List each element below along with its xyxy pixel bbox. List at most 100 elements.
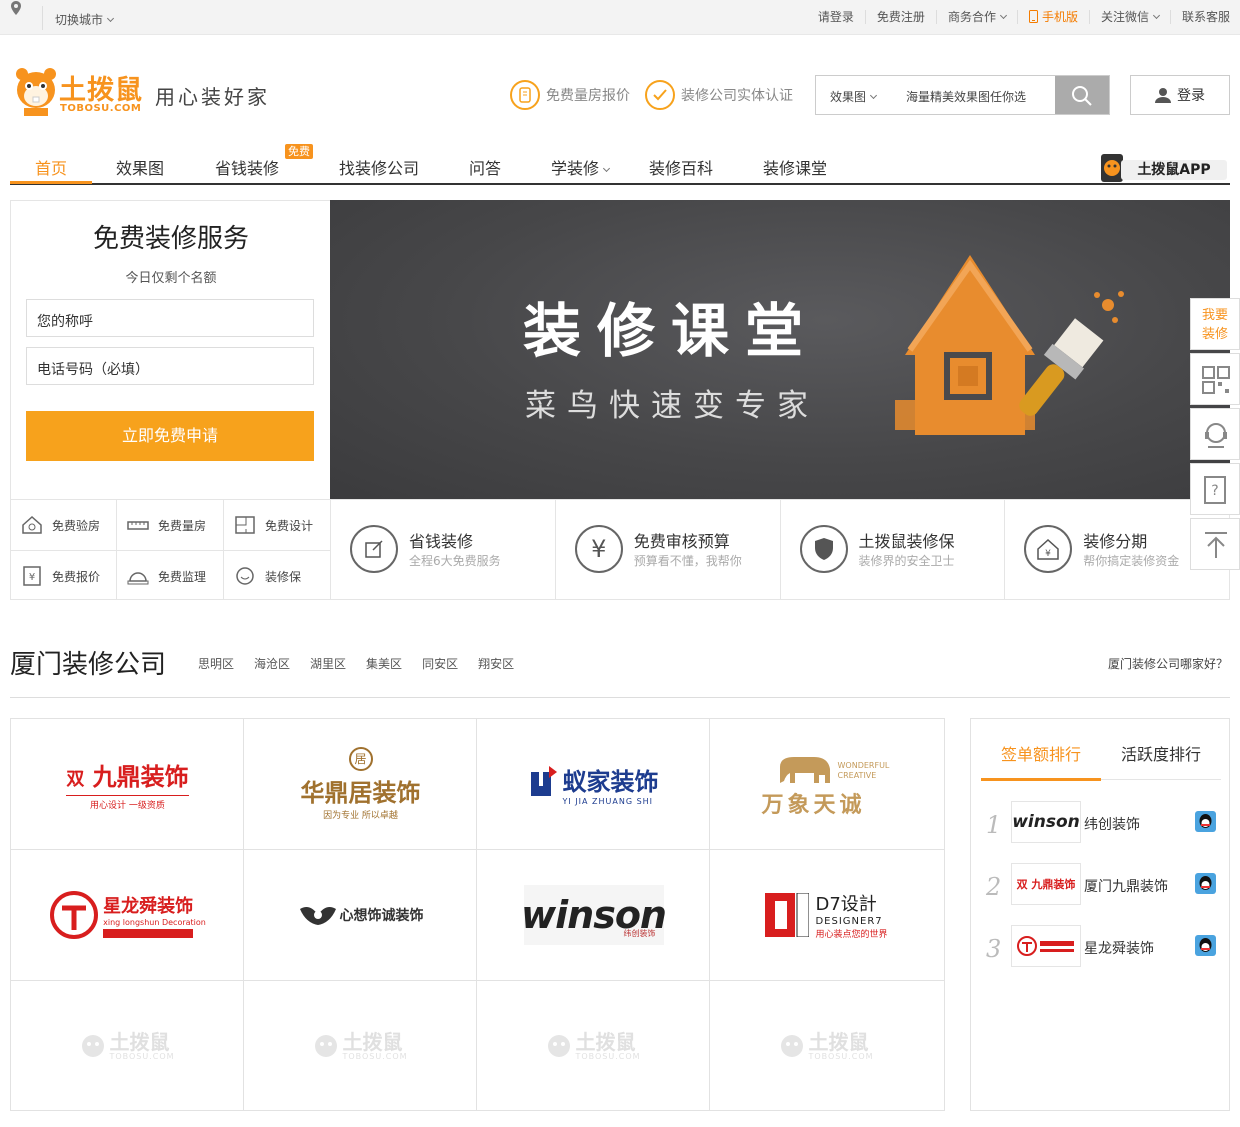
which-company-link[interactable]: 厦门装修公司哪家好？ — [1108, 655, 1228, 672]
ranking-row[interactable]: 2 双 九鼎装饰 厦门九鼎装饰 — [986, 863, 1221, 905]
app-label: 土拨鼠APP — [1121, 160, 1227, 180]
hero-banner[interactable]: 装修课堂 菜鸟快速变专家 — [330, 200, 1230, 500]
active-tab-underline — [981, 778, 1101, 781]
faq-button[interactable]: ? — [1190, 463, 1240, 515]
qq-icon[interactable] — [1195, 873, 1216, 894]
qq-icon[interactable] — [1195, 935, 1216, 956]
wechat-link[interactable]: 关注微信 — [1090, 10, 1171, 24]
nav-find-company[interactable]: 找装修公司 — [339, 155, 419, 179]
company-logo-yijia[interactable]: 蚁家装饰 YI JIA ZHUANG SHI — [477, 719, 710, 849]
site-logo[interactable]: 土拨鼠 TOBOSU.COM — [14, 64, 148, 118]
divider — [42, 6, 43, 30]
search-button[interactable] — [1055, 76, 1109, 114]
section-divider — [10, 697, 1230, 698]
service-grid: 免费验房 免费量房 免费设计 ¥ 免费报价 免费监理 装修保 — [10, 499, 331, 601]
service-supervision[interactable]: 免费监理 — [117, 551, 224, 601]
company-logo-huadingju[interactable]: 居华鼎居装饰 因为专业 所以卓越 — [244, 719, 477, 849]
shield-icon — [799, 525, 848, 573]
price-sheet-icon: ¥ — [21, 566, 43, 586]
floating-sidebar: 我要装修 ? — [1190, 298, 1240, 573]
logo-text: 土拨鼠 — [59, 75, 143, 106]
nav-effect-images[interactable]: 效果图 — [116, 155, 164, 179]
service-inspection[interactable]: 免费验房 — [11, 500, 118, 550]
district-tongan[interactable]: 同安区 — [422, 655, 458, 672]
ranking-row[interactable]: 3 星龙舜装饰 — [986, 925, 1221, 967]
tab-sign-amount[interactable]: 签单额排行 — [1001, 741, 1081, 765]
search-icon — [1072, 86, 1092, 106]
back-to-top-button[interactable] — [1190, 518, 1240, 570]
arrow-up-icon — [1205, 532, 1227, 558]
district-siming[interactable]: 思明区 — [198, 655, 234, 672]
customer-service-link[interactable]: 联系客服 — [1171, 10, 1230, 24]
nav-encyclopedia[interactable]: 装修百科 — [649, 155, 713, 179]
chevron-down-icon — [1152, 11, 1161, 20]
district-haicang[interactable]: 海沧区 — [254, 655, 290, 672]
service-quote[interactable]: ¥ 免费报价 — [11, 551, 118, 601]
nav-qa[interactable]: 问答 — [469, 155, 501, 179]
feature-insurance[interactable]: 土拨鼠装修保 装修界的安全卫士 — [781, 500, 1006, 599]
qq-icon[interactable] — [1195, 811, 1216, 832]
company-logo-d7[interactable]: D7设計 DESIGNER7 用心装点您的世界 — [710, 850, 943, 980]
ranking-row[interactable]: 1 winson 纬创装饰 — [986, 801, 1221, 843]
gopher-mascot-icon — [82, 1035, 105, 1057]
nav-learn[interactable]: 学装修 — [551, 155, 611, 179]
service-insurance[interactable]: 装修保 — [224, 551, 331, 601]
free-tag: 免费 — [285, 144, 313, 159]
free-measure-badge[interactable]: 免费量房报价 — [510, 80, 630, 110]
banner-subtitle: 菜鸟快速变专家 — [525, 388, 819, 424]
company-logo-wanxiang[interactable]: WONDERFUL CREATIVE 万象天诚 — [710, 719, 943, 849]
company-logo-xinxiangshicheng[interactable]: 心想饰诚装饰 — [244, 850, 477, 980]
banner-title: 装修课堂 — [523, 297, 820, 365]
floorplan-icon — [234, 515, 256, 535]
company-logo-jiuding[interactable]: 双 九鼎装饰 用心设计 一级资质 — [11, 719, 244, 849]
company-logo-winson[interactable]: winson 纬创装饰 — [477, 850, 710, 980]
login-button[interactable]: 登录 — [1130, 75, 1230, 115]
feature-budget-review[interactable]: ¥ 免费审核预算 预算看不懂，我帮你 — [556, 500, 781, 599]
feature-save-money[interactable]: 省钱装修 全程6大免费服务 — [331, 500, 556, 599]
company-logo-xinglongshun[interactable]: 星龙舜装饰 xing longshun Decoration — [11, 850, 244, 980]
apply-button[interactable]: 立即免费申请 — [26, 411, 314, 461]
login-link[interactable]: 请登录 — [807, 10, 866, 24]
nav-classroom[interactable]: 装修课堂 — [763, 155, 827, 179]
form-title: 免费装修服务 — [92, 224, 249, 254]
company-thumb — [1011, 925, 1081, 967]
service-measure[interactable]: 免费量房 — [117, 500, 224, 550]
qrcode-button[interactable] — [1190, 353, 1240, 405]
city-switch[interactable]: 切换城市 — [55, 11, 115, 28]
placeholder-logo: 土拨鼠 TOBOSU.COM — [244, 981, 477, 1111]
district-filters: 思明区 海沧区 湖里区 集美区 同安区 翔安区 — [198, 655, 534, 672]
district-xiangan[interactable]: 翔安区 — [478, 655, 514, 672]
house-yen-icon: ¥ — [1024, 525, 1073, 573]
active-underline — [10, 181, 92, 184]
phone-field[interactable]: 电话号码（必填） — [26, 347, 314, 385]
ruler-icon — [127, 515, 149, 535]
user-icon — [1155, 88, 1171, 103]
app-download-button[interactable]: 土拨鼠APP — [1097, 154, 1227, 183]
chevron-down-icon — [602, 164, 611, 173]
ranking-panel: 签单额排行 活跃度排行 1 winson 纬创装饰 2 双 九鼎装饰 厦门九鼎装… — [970, 718, 1230, 1111]
service-design[interactable]: 免费设计 — [224, 500, 331, 550]
placeholder-logo: 土拨鼠 TOBOSU.COM — [477, 981, 710, 1111]
xinglongshun-mark-icon — [50, 891, 99, 939]
nav-save-money[interactable]: 省钱装修 — [215, 155, 279, 179]
district-jimei[interactable]: 集美区 — [366, 655, 402, 672]
customer-service-button[interactable] — [1190, 408, 1240, 460]
mobile-link[interactable]: 手机版 — [1018, 10, 1090, 24]
helmet-icon — [127, 566, 149, 586]
main-nav: 首页 效果图 省钱装修 免费 找装修公司 问答 学装修 装修百科 装修课堂 — [10, 144, 1230, 185]
gopher-mascot-icon — [315, 1035, 338, 1057]
certified-company-badge[interactable]: 装修公司实体认证 — [645, 80, 793, 110]
company-thumb: 双 九鼎装饰 — [1011, 863, 1081, 905]
gopher-mascot-icon — [16, 68, 56, 116]
district-huli[interactable]: 湖里区 — [310, 655, 346, 672]
tab-activity[interactable]: 活跃度排行 — [1121, 741, 1201, 765]
business-link[interactable]: 商务合作 — [937, 10, 1018, 24]
search-input[interactable]: 海量精美效果图任你选 — [892, 76, 1055, 114]
want-decoration-button[interactable]: 我要装修 — [1190, 298, 1240, 350]
register-link[interactable]: 免费注册 — [866, 10, 937, 24]
nav-home[interactable]: 首页 — [35, 155, 67, 179]
feature-strip: 省钱装修 全程6大免费服务 ¥ 免费审核预算 预算看不懂，我帮你 土拨鼠装修保 装修界… — [330, 499, 1230, 600]
name-field[interactable]: 您的称呼 — [26, 299, 314, 337]
chevron-down-icon — [999, 11, 1007, 20]
search-category-select[interactable]: 效果图 — [816, 76, 892, 114]
